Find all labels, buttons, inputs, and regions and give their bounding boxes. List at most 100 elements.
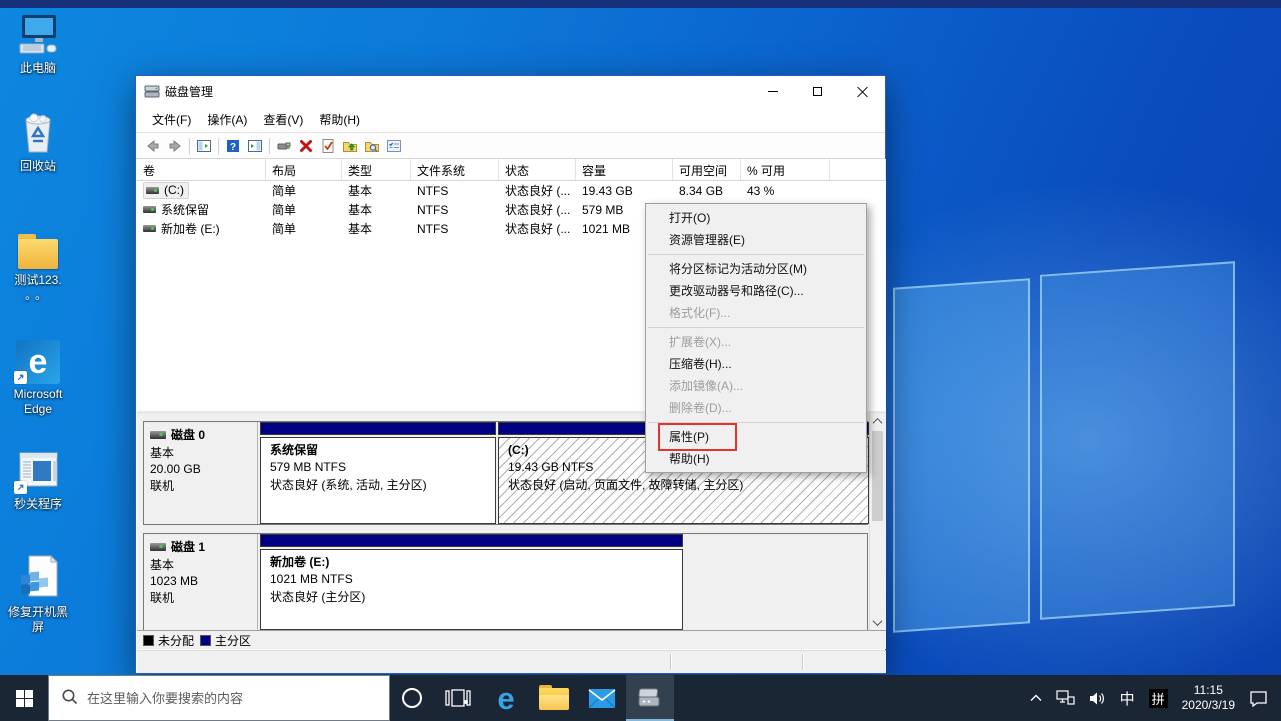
column-header-type[interactable]: 类型 xyxy=(342,159,411,180)
volume-fs: NTFS xyxy=(411,184,499,198)
scroll-up-button[interactable] xyxy=(870,414,885,429)
folder-icon xyxy=(0,222,76,270)
wallpaper-top-strip xyxy=(0,0,1281,8)
partition-size: 1021 MB NTFS xyxy=(270,571,673,588)
volume-button[interactable] xyxy=(1082,675,1113,721)
maximize-button[interactable] xyxy=(795,76,840,106)
menu-item-explorer[interactable]: 资源管理器(E) xyxy=(646,229,866,251)
ime-mode-badge: 拼 xyxy=(1149,689,1168,708)
column-header-status[interactable]: 状态 xyxy=(499,159,576,180)
ime-mode-button[interactable]: 拼 xyxy=(1142,675,1175,721)
partition-status: 状态良好 (系统, 活动, 主分区) xyxy=(270,477,486,494)
chevron-up-icon xyxy=(873,418,883,428)
column-header-layout[interactable]: 布局 xyxy=(266,159,342,180)
menu-item-help[interactable]: 帮助(H) xyxy=(646,448,866,470)
taskbar-search[interactable] xyxy=(48,675,390,721)
vertical-scrollbar[interactable] xyxy=(869,414,884,630)
column-header-volume[interactable]: 卷 xyxy=(137,159,266,180)
menu-action[interactable]: 操作(A) xyxy=(199,108,255,131)
remote-device-icon[interactable] xyxy=(273,136,295,156)
back-icon[interactable] xyxy=(142,136,164,156)
show-console-tree-icon[interactable] xyxy=(193,136,215,156)
partition-new-volume-e[interactable]: 新加卷 (E:) 1021 MB NTFS 状态良好 (主分区) xyxy=(260,534,683,630)
wallpaper-window-pane xyxy=(893,278,1030,633)
disk-icon xyxy=(150,543,166,551)
folder-up-icon[interactable] xyxy=(339,136,361,156)
status-bar xyxy=(137,650,886,673)
close-icon xyxy=(857,86,868,97)
network-icon xyxy=(1056,690,1075,706)
shortcut-arrow-icon xyxy=(14,371,27,384)
desktop-icon-label: 此电脑 xyxy=(0,61,76,76)
task-list-icon[interactable] xyxy=(383,136,405,156)
taskbar-clock[interactable]: 11:15 2020/3/19 xyxy=(1175,675,1242,721)
menu-view[interactable]: 查看(V) xyxy=(255,108,311,131)
taskbar-mail[interactable] xyxy=(578,675,626,721)
menu-help[interactable]: 帮助(H) xyxy=(311,108,368,131)
menu-file[interactable]: 文件(F) xyxy=(144,108,199,131)
desktop-icon-this-pc[interactable]: 此电脑 xyxy=(0,10,76,76)
taskbar-disk-management-active[interactable] xyxy=(626,675,674,721)
taskbar-file-explorer[interactable] xyxy=(530,675,578,721)
menu-item-change-letter[interactable]: 更改驱动器号和路径(C)... xyxy=(646,280,866,302)
taskbar-edge[interactable]: e xyxy=(482,675,530,721)
search-input[interactable] xyxy=(48,675,390,721)
file-explorer-icon xyxy=(539,685,569,711)
show-action-pane-icon[interactable] xyxy=(244,136,266,156)
volume-icon xyxy=(143,225,156,232)
desktop-icon-recycle-bin[interactable]: 回收站 xyxy=(0,108,76,174)
folder-search-icon[interactable] xyxy=(361,136,383,156)
partition-size: 579 MB NTFS xyxy=(270,459,486,476)
partition-system-reserved[interactable]: 系统保留 579 MB NTFS 状态良好 (系统, 活动, 主分区) xyxy=(260,422,496,524)
desktop-icon-label-line2: 屏 xyxy=(0,620,76,635)
disk-size: 1023 MB xyxy=(150,573,251,589)
cortana-button[interactable] xyxy=(390,675,434,721)
action-center-button[interactable] xyxy=(1242,675,1275,721)
minimize-button[interactable] xyxy=(750,76,795,106)
titlebar[interactable]: 磁盘管理 xyxy=(136,76,885,106)
desktop-icon-test123-folder[interactable]: 测试123. 。。 xyxy=(0,222,76,303)
ime-language-button[interactable]: 中 xyxy=(1113,675,1142,721)
desktop-icon-microsoft-edge[interactable]: e Microsoft Edge xyxy=(0,336,76,417)
clock-date: 2020/3/19 xyxy=(1182,698,1235,713)
task-view-button[interactable] xyxy=(434,675,482,721)
delete-icon[interactable] xyxy=(295,136,317,156)
partition-status: 状态良好 (启动, 页面文件, 故障转储, 主分区) xyxy=(508,477,859,494)
tray-overflow-button[interactable] xyxy=(1023,675,1049,721)
menu-item-shrink-volume[interactable]: 压缩卷(H)... xyxy=(646,353,866,375)
column-header-pct-free[interactable]: % 可用 xyxy=(741,159,830,180)
disk-0-label[interactable]: 磁盘 0 基本 20.00 GB 联机 xyxy=(144,422,258,524)
desktop-icon-fix-black-screen[interactable]: 修复开机黑 屏 xyxy=(0,554,76,635)
scroll-down-button[interactable] xyxy=(870,615,885,630)
forward-icon[interactable] xyxy=(164,136,186,156)
close-button[interactable] xyxy=(840,76,885,106)
shortcut-arrow-icon xyxy=(14,481,27,494)
volume-name: 系统保留 xyxy=(161,201,209,218)
mail-icon xyxy=(588,688,616,709)
network-button[interactable] xyxy=(1049,675,1082,721)
system-tray: 中 拼 11:15 2020/3/19 xyxy=(1023,675,1281,721)
scrollbar-thumb[interactable] xyxy=(872,431,883,521)
menu-separator xyxy=(648,254,864,255)
disk-status: 联机 xyxy=(150,590,251,606)
column-header-capacity[interactable]: 容量 xyxy=(576,159,673,180)
menu-item-delete-volume: 删除卷(D)... xyxy=(646,397,866,419)
task-view-icon xyxy=(445,686,471,710)
volume-layout: 简单 xyxy=(266,201,342,218)
column-header-filesystem[interactable]: 文件系统 xyxy=(411,159,499,180)
unallocated-swatch xyxy=(143,635,154,646)
menu-item-mark-active[interactable]: 将分区标记为活动分区(M) xyxy=(646,258,866,280)
partition-name: 新加卷 (E:) xyxy=(270,554,673,571)
desktop-icon-quick-close-app[interactable]: 秒关程序 xyxy=(0,446,76,512)
menu-item-open[interactable]: 打开(O) xyxy=(646,207,866,229)
volume-row-c[interactable]: (C:) 简单 基本 NTFS 状态良好 (... 19.43 GB 8.34 … xyxy=(137,181,886,200)
disk-1-label[interactable]: 磁盘 1 基本 1023 MB 联机 xyxy=(144,534,258,630)
help-icon[interactable]: ? xyxy=(222,136,244,156)
edge-icon: e xyxy=(497,683,514,714)
volume-list-header: 卷 布局 类型 文件系统 状态 容量 可用空间 % 可用 xyxy=(137,159,886,181)
column-header-free[interactable]: 可用空间 xyxy=(673,159,741,180)
menu-item-properties[interactable]: 属性(P) xyxy=(646,426,866,448)
legend-primary-partition: 主分区 xyxy=(200,632,251,649)
start-button[interactable] xyxy=(0,675,48,721)
check-document-icon[interactable] xyxy=(317,136,339,156)
